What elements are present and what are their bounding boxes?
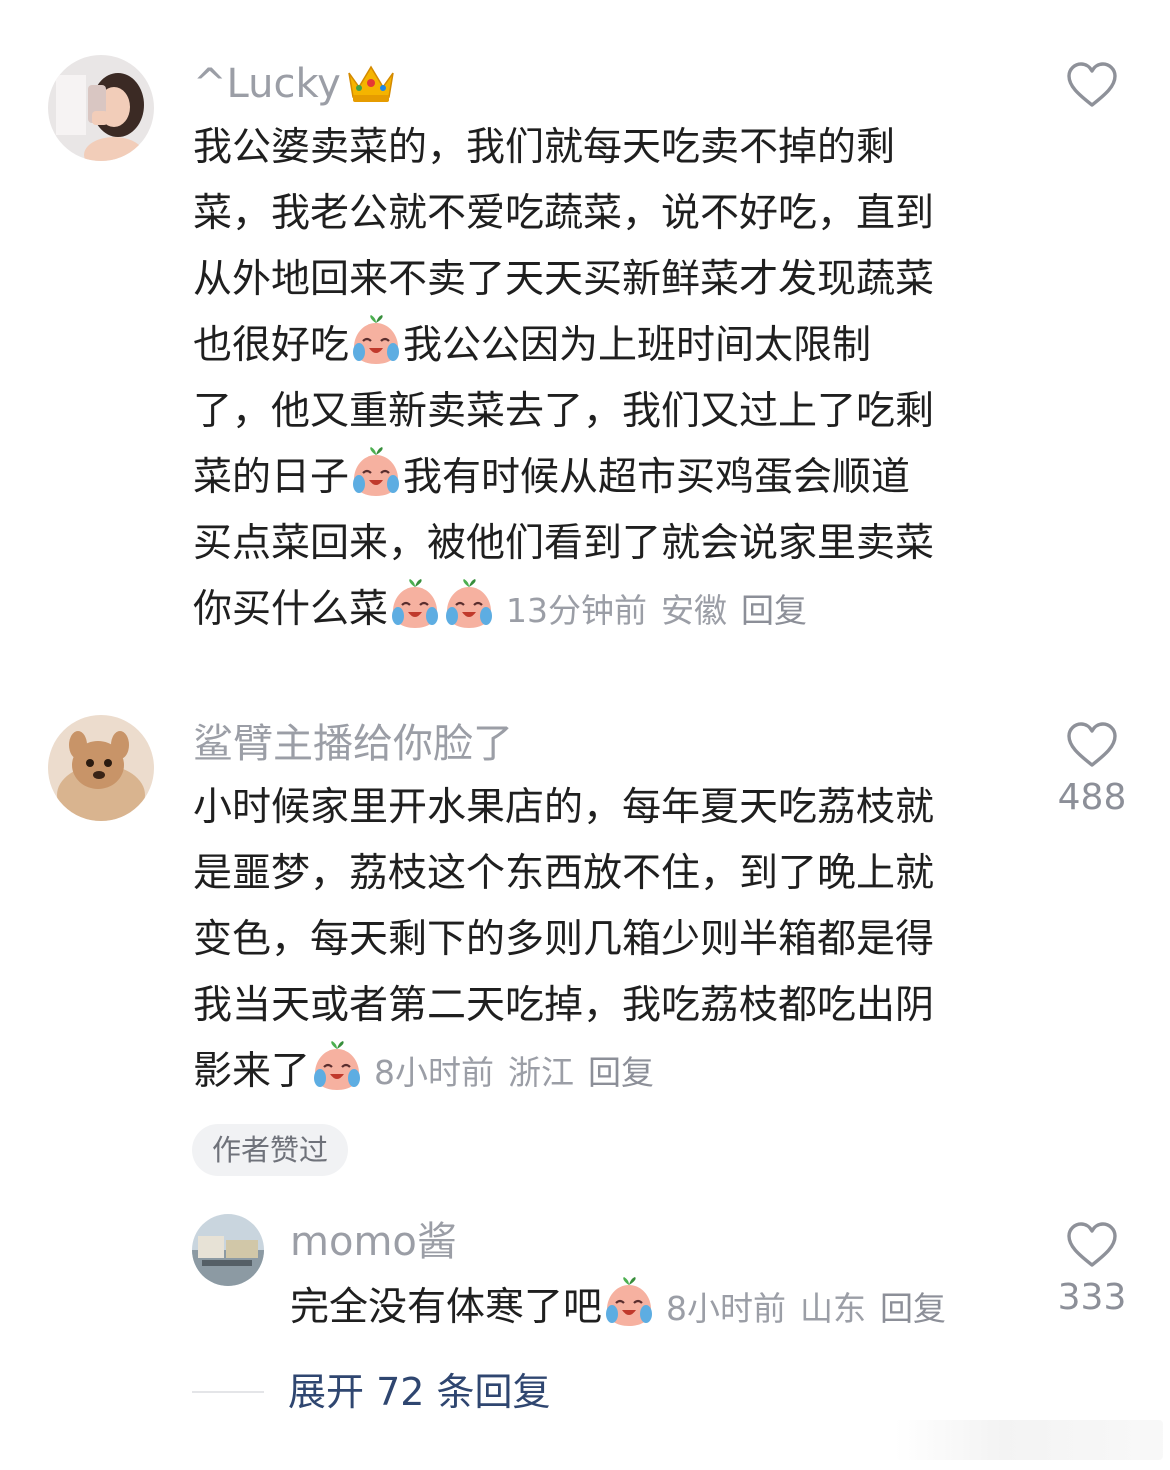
comment-line: 我当天或者第二天吃掉，我吃荔枝都吃出阴	[193, 983, 935, 1028]
like-button[interactable]: 488	[1032, 722, 1152, 820]
comment-text: 小时候家里开水果店的，每年夏天吃荔枝就 是噩梦，荔枝这个东西放不住，到了晚上就 …	[193, 775, 934, 1106]
comment-line: 变色，每天剩下的多则几箱少则半箱都是得	[193, 917, 935, 962]
comment-username[interactable]: ^Lucky	[193, 60, 397, 116]
comment-line: 我公婆卖菜的，我们就每天吃卖不掉的剩	[193, 125, 896, 170]
avatar[interactable]	[48, 55, 154, 161]
comment-meta: 8小时前 浙江 回复	[374, 1053, 668, 1092]
author-liked-badge: 作者赞过	[192, 1124, 349, 1176]
comment-location: 安徽	[661, 591, 728, 630]
like-button[interactable]	[1032, 62, 1152, 116]
comment-line: 了，他又重新卖菜去了，我们又过上了吃剩	[193, 389, 935, 434]
comment-text: 我公婆卖菜的，我们就每天吃卖不掉的剩 菜，我老公就不爱吃蔬菜，说不好吃，直到 从…	[193, 115, 934, 644]
comment-time: 13分钟前	[506, 591, 648, 630]
crying-emoji-icon	[349, 314, 403, 368]
like-count: 488	[1057, 777, 1127, 818]
reply-username[interactable]: momo酱	[290, 1218, 457, 1266]
expand-replies-label[interactable]: 展开 72 条回复	[288, 1366, 551, 1418]
heart-outline-icon	[1066, 1222, 1118, 1268]
comment-meta: 13分钟前 安徽 回复	[506, 591, 821, 630]
crying-emoji-icon	[349, 446, 403, 500]
heart-outline-icon	[1066, 62, 1118, 108]
reply-time: 8小时前	[666, 1289, 787, 1328]
crying-emoji-icon	[310, 1040, 364, 1094]
comment-time: 8小时前	[374, 1053, 495, 1092]
reply-button[interactable]: 回复	[880, 1289, 946, 1328]
comment-line: 从外地回来不卖了天天买新鲜菜才发现蔬菜	[193, 257, 935, 302]
like-count: 333	[1057, 1277, 1127, 1318]
reply-button[interactable]: 回复	[588, 1053, 654, 1092]
reply-location: 山东	[800, 1289, 867, 1328]
crying-emoji-icon	[602, 1276, 656, 1330]
comment-line: 是噩梦，荔枝这个东西放不住，到了晚上就	[193, 851, 935, 896]
comment-username[interactable]: 鲨臂主播给你脸了	[193, 720, 513, 768]
comment-line: 也很好吃 我公公因为上班时间太限制	[193, 313, 934, 379]
avatar[interactable]	[48, 715, 154, 821]
comment-line: 影来了 8小时前 浙江 回复	[193, 1039, 934, 1106]
watermark	[895, 1420, 1163, 1460]
heart-outline-icon	[1066, 722, 1118, 768]
like-button[interactable]: 333	[1032, 1222, 1152, 1320]
reply-text: 完全没有体寒了吧 8小时前 山东 回复	[290, 1275, 960, 1342]
divider-line	[192, 1391, 264, 1393]
crying-emoji-icon	[442, 578, 496, 632]
reply-line: 完全没有体寒了吧 8小时前 山东 回复	[290, 1275, 960, 1342]
avatar[interactable]	[192, 1214, 264, 1286]
comment-location: 浙江	[508, 1053, 575, 1092]
comment-line: 小时候家里开水果店的，每年夏天吃荔枝就	[193, 785, 935, 830]
reply-meta: 8小时前 山东 回复	[666, 1289, 960, 1328]
crying-emoji-icon	[388, 578, 442, 632]
comment-line: 菜的日子 我有时候从超市买鸡蛋会顺道	[193, 445, 934, 511]
comment-line: 买点菜回来，被他们看到了就会说家里卖菜	[193, 521, 935, 566]
comment-line: 你买什么菜 13分钟前 安徽 回复	[193, 577, 934, 644]
reply-button[interactable]: 回复	[741, 591, 807, 630]
comment-line: 菜，我老公就不爱吃蔬菜，说不好吃，直到	[193, 191, 935, 236]
crown-icon	[345, 61, 397, 116]
